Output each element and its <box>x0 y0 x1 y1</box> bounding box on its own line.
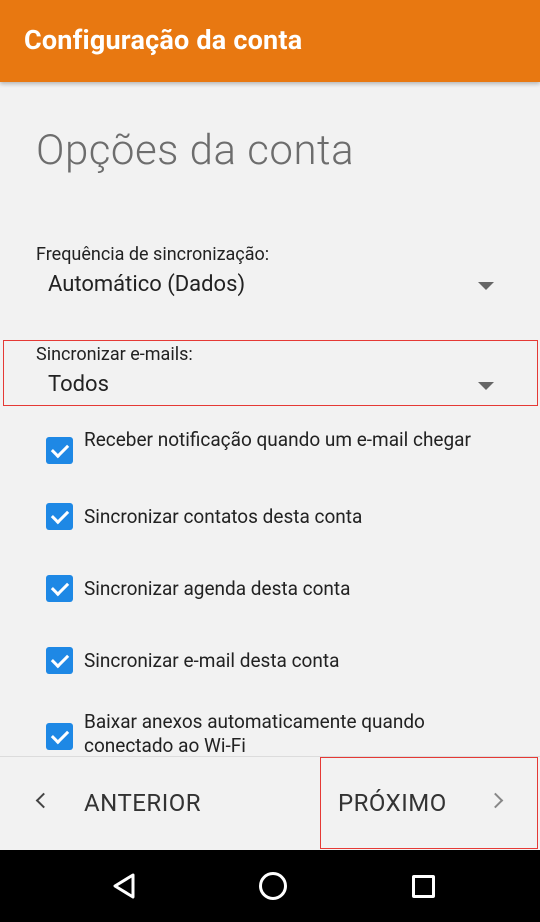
option-label: Sincronizar agenda desta conta <box>84 577 351 600</box>
next-button[interactable]: PRÓXIMO <box>320 757 538 851</box>
sync-frequency-value: Automático (Dados) <box>48 272 246 297</box>
option-sync-contacts[interactable]: Sincronizar contatos desta conta <box>0 492 540 542</box>
sync-emails-label: Sincronizar e-mails: <box>36 344 193 365</box>
back-button[interactable] <box>75 850 165 922</box>
chevron-right-icon <box>487 792 504 809</box>
option-sync-email[interactable]: Sincronizar e-mail desta conta <box>0 636 540 686</box>
dropdown-arrow-icon <box>478 282 494 290</box>
app-bar-title: Configuração da conta <box>24 24 303 56</box>
wizard-nav-bar: ANTERIOR PRÓXIMO <box>0 756 540 851</box>
previous-button[interactable]: ANTERIOR <box>0 757 260 851</box>
checkbox-checked-icon[interactable] <box>46 503 73 530</box>
next-button-label: PRÓXIMO <box>338 789 447 817</box>
option-label: Baixar anexos automaticamente quando con… <box>84 710 425 755</box>
sync-emails-spinner[interactable]: Sincronizar e-mails: Todos <box>0 336 540 408</box>
previous-button-label: ANTERIOR <box>84 789 202 817</box>
sync-frequency-label: Frequência de sincronização: <box>36 244 270 265</box>
recents-icon <box>412 875 435 898</box>
chevron-left-icon <box>35 792 52 809</box>
option-label: Receber notificação quando um e-mail che… <box>84 428 471 451</box>
recents-button[interactable] <box>378 850 468 922</box>
sync-emails-value: Todos <box>48 372 109 397</box>
home-icon <box>259 872 287 900</box>
page-heading: Opções da conta <box>36 126 355 175</box>
back-icon <box>113 873 135 899</box>
home-button[interactable] <box>228 850 318 922</box>
option-auto-download-attachments[interactable]: Baixar anexos automaticamente quando con… <box>0 708 540 755</box>
dropdown-arrow-icon <box>478 382 494 390</box>
app-bar: Configuração da conta <box>0 0 540 82</box>
option-label: Sincronizar e-mail desta conta <box>84 649 340 672</box>
checkbox-checked-icon[interactable] <box>46 437 73 464</box>
option-notify-new-email[interactable]: Receber notificação quando um e-mail che… <box>0 418 540 482</box>
checkbox-checked-icon[interactable] <box>46 723 73 750</box>
system-nav-bar <box>0 850 540 922</box>
checkbox-checked-icon[interactable] <box>46 575 73 602</box>
checkbox-checked-icon[interactable] <box>46 647 73 674</box>
sync-frequency-spinner[interactable]: Frequência de sincronização: Automático … <box>0 236 540 308</box>
option-label: Sincronizar contatos desta conta <box>84 505 363 528</box>
options-scroll-area[interactable]: Receber notificação quando um e-mail che… <box>0 410 540 755</box>
option-sync-calendar[interactable]: Sincronizar agenda desta conta <box>0 564 540 614</box>
